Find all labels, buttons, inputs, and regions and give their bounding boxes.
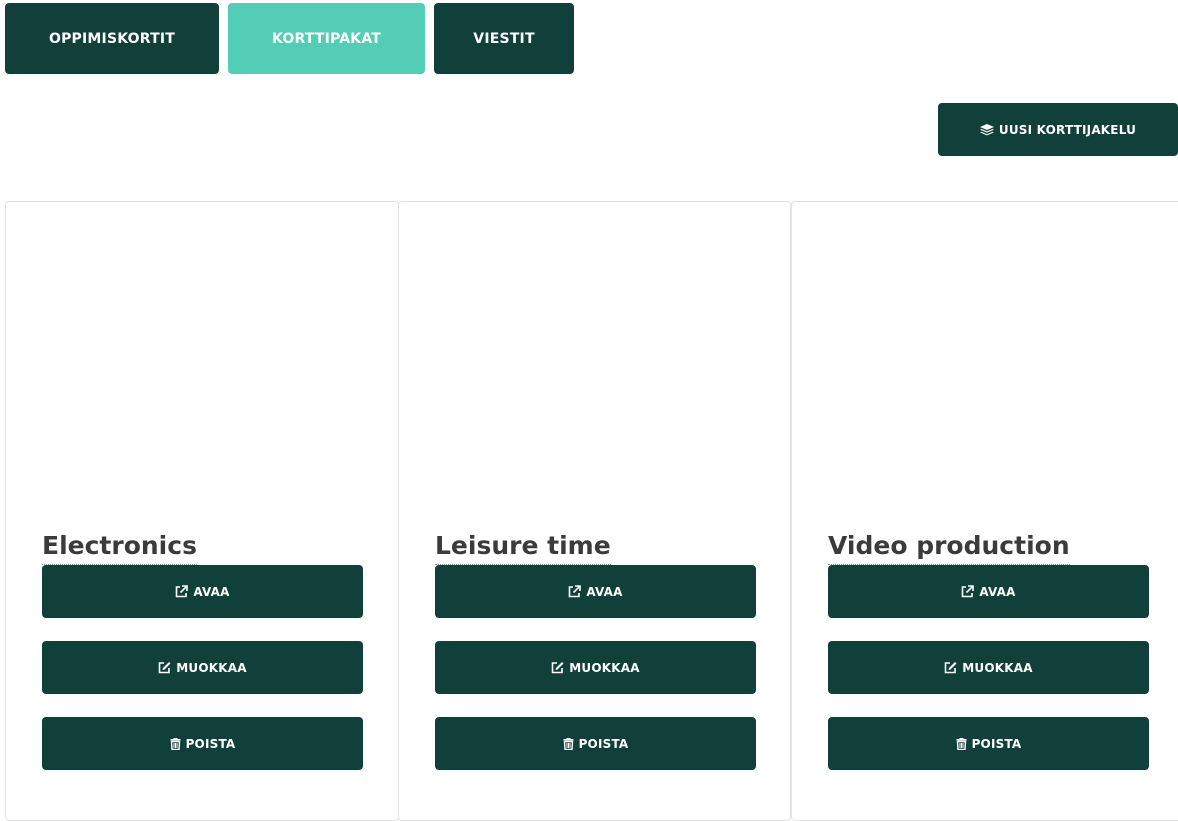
edit-icon: [944, 661, 957, 674]
trash-icon: [956, 737, 967, 750]
deck-card: Video production AVAA MUOKKAA POISTA: [791, 201, 1178, 821]
delete-label: POISTA: [185, 736, 236, 751]
edit-label: MUOKKAA: [176, 660, 247, 675]
deck-title: Electronics: [42, 528, 197, 565]
tab-korttipakat[interactable]: KORTTIPAKAT: [228, 3, 425, 74]
edit-label: MUOKKAA: [962, 660, 1033, 675]
edit-button[interactable]: MUOKKAA: [435, 641, 756, 694]
open-label: AVAA: [979, 584, 1016, 599]
edit-icon: [551, 661, 564, 674]
delete-button[interactable]: POISTA: [828, 717, 1149, 770]
edit-button[interactable]: MUOKKAA: [828, 641, 1149, 694]
open-button[interactable]: AVAA: [42, 565, 363, 618]
tab-label: KORTTIPAKAT: [271, 30, 382, 47]
external-link-icon: [568, 585, 582, 598]
edit-button[interactable]: MUOKKAA: [42, 641, 363, 694]
delete-label: POISTA: [578, 736, 629, 751]
open-button[interactable]: AVAA: [435, 565, 756, 618]
trash-icon: [563, 737, 574, 750]
delete-label: POISTA: [971, 736, 1022, 751]
tab-label: VIESTIT: [473, 30, 535, 47]
deck-title: Video production: [828, 528, 1070, 565]
delete-button[interactable]: POISTA: [42, 717, 363, 770]
external-link-icon: [175, 585, 189, 598]
deck-title: Leisure time: [435, 528, 611, 565]
tab-viestit[interactable]: VIESTIT: [434, 3, 574, 74]
trash-icon: [170, 737, 181, 750]
open-label: AVAA: [193, 584, 230, 599]
tab-label: OPPIMISKORTIT: [48, 30, 176, 47]
new-card-deal-label: UUSI KORTTIJAKELU: [998, 122, 1137, 137]
deck-card: Leisure time AVAA MUOKKAA POISTA: [398, 201, 791, 821]
edit-icon: [158, 661, 171, 674]
layers-icon: [979, 123, 994, 136]
open-button[interactable]: AVAA: [828, 565, 1149, 618]
open-label: AVAA: [586, 584, 623, 599]
external-link-icon: [961, 585, 975, 598]
delete-button[interactable]: POISTA: [435, 717, 756, 770]
new-card-deal-button[interactable]: UUSI KORTTIJAKELU: [938, 103, 1178, 156]
deck-card: Electronics AVAA MUOKKAA POISTA: [5, 201, 399, 821]
tab-oppimiskortit[interactable]: OPPIMISKORTIT: [5, 3, 219, 74]
edit-label: MUOKKAA: [569, 660, 640, 675]
